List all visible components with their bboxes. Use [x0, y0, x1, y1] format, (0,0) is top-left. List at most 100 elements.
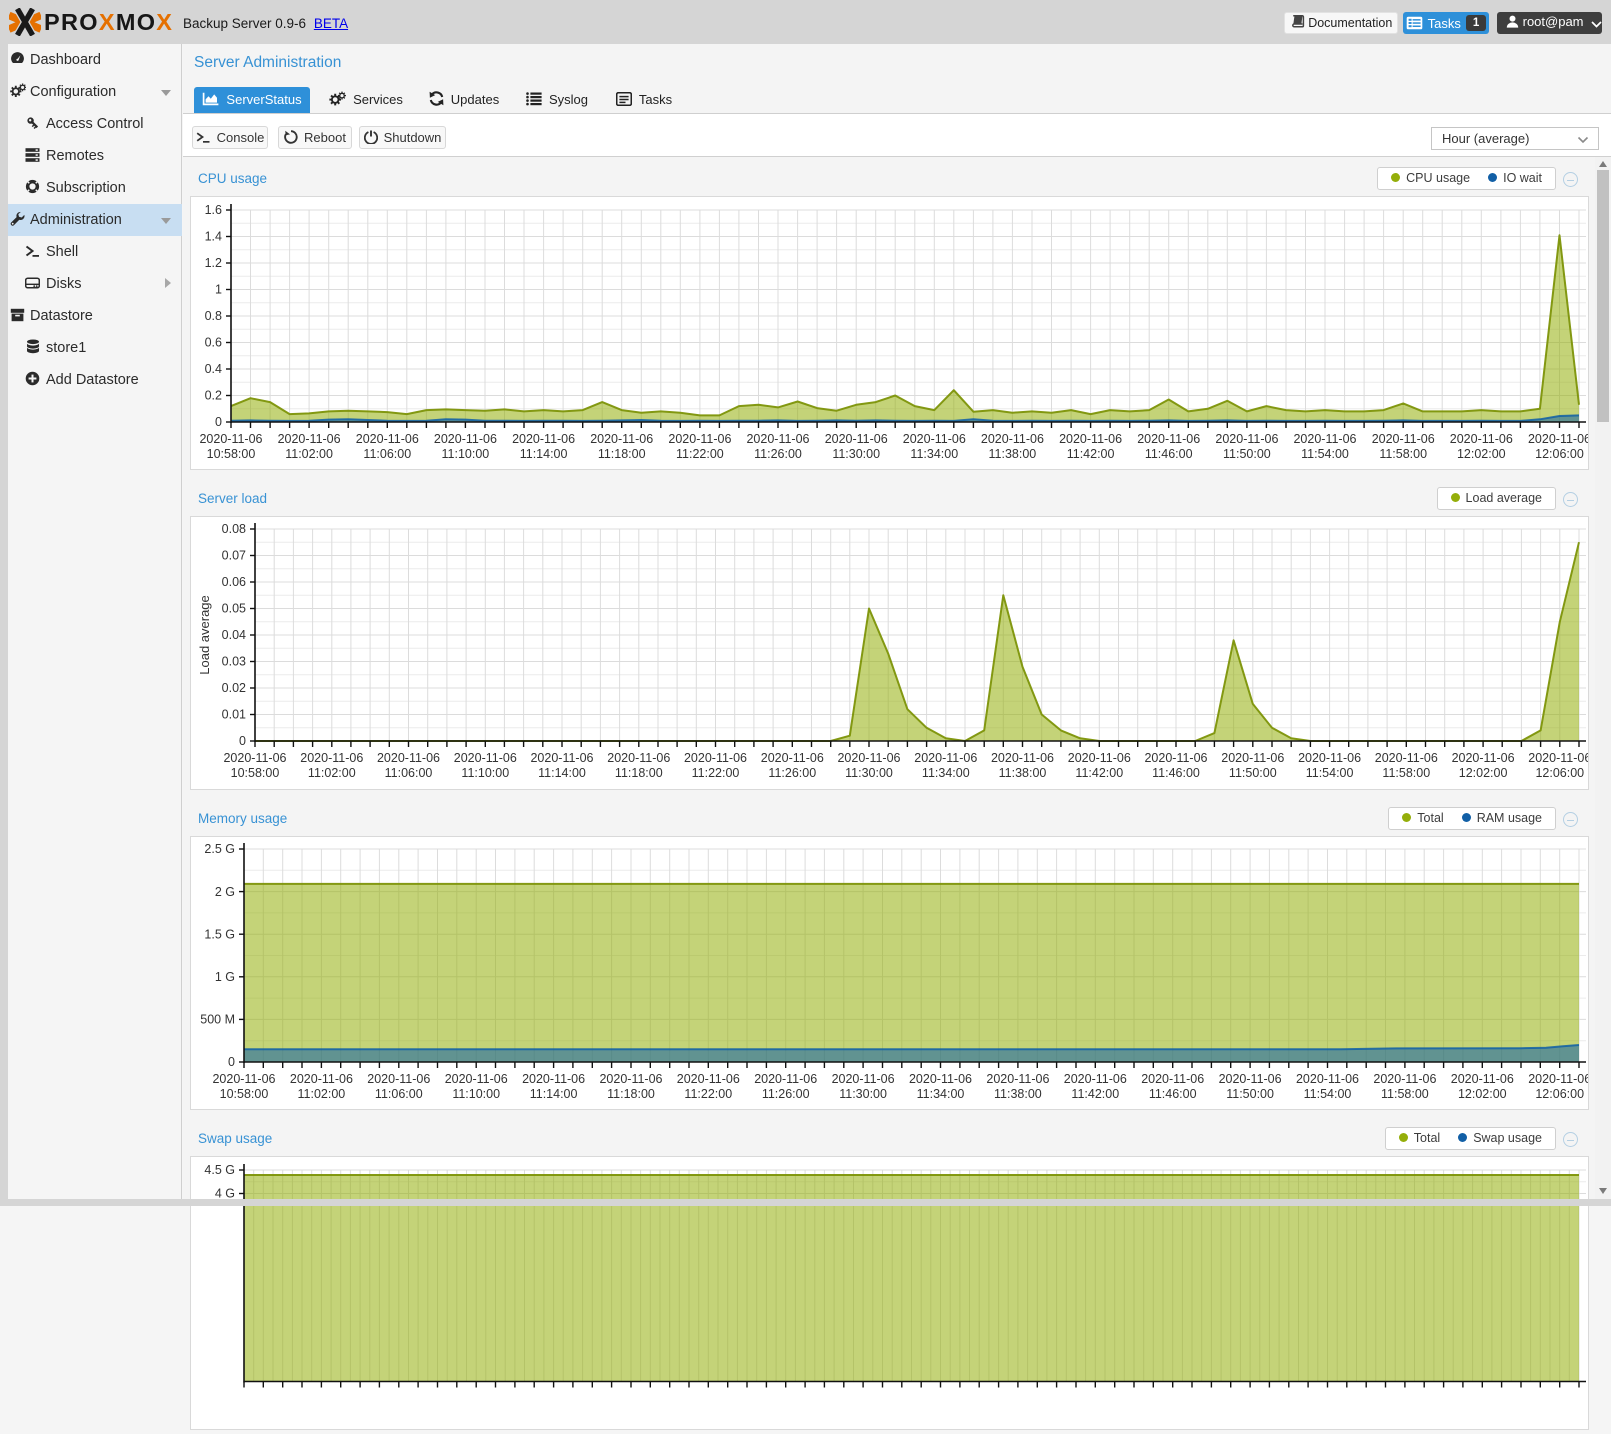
- svg-text:2020-11-06: 2020-11-06: [1452, 751, 1515, 765]
- svg-text:2020-11-06: 2020-11-06: [1137, 432, 1200, 446]
- svg-text:11:10:00: 11:10:00: [442, 447, 490, 461]
- svg-text:2020-11-06: 2020-11-06: [1375, 751, 1438, 765]
- svg-text:2020-11-06: 2020-11-06: [746, 432, 809, 446]
- svg-text:0: 0: [228, 1055, 235, 1069]
- svg-text:11:30:00: 11:30:00: [845, 766, 893, 780]
- svg-text:2020-11-06: 2020-11-06: [1293, 432, 1356, 446]
- svg-text:11:18:00: 11:18:00: [607, 1087, 655, 1101]
- svg-text:1.2: 1.2: [205, 256, 222, 270]
- svg-text:2020-11-06: 2020-11-06: [825, 432, 888, 446]
- svg-text:0.8: 0.8: [205, 309, 222, 323]
- svg-text:11:22:00: 11:22:00: [676, 447, 724, 461]
- svg-text:Load average: Load average: [197, 595, 212, 675]
- svg-text:2020-11-06: 2020-11-06: [1298, 751, 1361, 765]
- svg-text:2020-11-06: 2020-11-06: [1064, 1072, 1127, 1086]
- svg-text:2020-11-06: 2020-11-06: [761, 751, 824, 765]
- svg-text:0.01: 0.01: [222, 708, 246, 722]
- svg-text:11:34:00: 11:34:00: [917, 1087, 965, 1101]
- svg-text:12:02:00: 12:02:00: [1459, 766, 1508, 780]
- svg-text:11:06:00: 11:06:00: [375, 1087, 423, 1101]
- svg-text:11:54:00: 11:54:00: [1304, 1087, 1352, 1101]
- svg-text:11:42:00: 11:42:00: [1067, 447, 1115, 461]
- svg-text:11:22:00: 11:22:00: [684, 1087, 732, 1101]
- svg-text:1.6: 1.6: [205, 203, 222, 217]
- svg-text:11:46:00: 11:46:00: [1149, 1087, 1197, 1101]
- svg-text:11:26:00: 11:26:00: [754, 447, 802, 461]
- svg-text:11:58:00: 11:58:00: [1379, 447, 1427, 461]
- svg-text:11:38:00: 11:38:00: [994, 1087, 1042, 1101]
- svg-text:2020-11-06: 2020-11-06: [986, 1072, 1049, 1086]
- svg-text:2020-11-06: 2020-11-06: [684, 751, 747, 765]
- svg-text:11:38:00: 11:38:00: [999, 766, 1047, 780]
- svg-text:2020-11-06: 2020-11-06: [278, 432, 341, 446]
- svg-text:2020-11-06: 2020-11-06: [199, 432, 262, 446]
- svg-text:2020-11-06: 2020-11-06: [530, 751, 593, 765]
- svg-text:11:06:00: 11:06:00: [363, 447, 411, 461]
- svg-text:2020-11-06: 2020-11-06: [1059, 432, 1122, 446]
- svg-text:2020-11-06: 2020-11-06: [1221, 751, 1284, 765]
- svg-text:0.05: 0.05: [222, 602, 246, 616]
- svg-text:4.5 G: 4.5 G: [204, 1163, 235, 1177]
- svg-text:2020-11-06: 2020-11-06: [1219, 1072, 1282, 1086]
- svg-text:2020-11-06: 2020-11-06: [1450, 432, 1513, 446]
- svg-text:2020-11-06: 2020-11-06: [1296, 1072, 1359, 1086]
- svg-text:2020-11-06: 2020-11-06: [223, 751, 286, 765]
- svg-text:11:42:00: 11:42:00: [1075, 766, 1123, 780]
- svg-text:12:02:00: 12:02:00: [1457, 447, 1506, 461]
- svg-text:11:46:00: 11:46:00: [1145, 447, 1193, 461]
- svg-text:2020-11-06: 2020-11-06: [909, 1072, 972, 1086]
- svg-text:0.4: 0.4: [205, 362, 222, 376]
- svg-text:2020-11-06: 2020-11-06: [599, 1072, 662, 1086]
- svg-text:2020-11-06: 2020-11-06: [837, 751, 900, 765]
- svg-text:2020-11-06: 2020-11-06: [367, 1072, 430, 1086]
- svg-text:2020-11-06: 2020-11-06: [356, 432, 419, 446]
- svg-text:2020-11-06: 2020-11-06: [1528, 1072, 1588, 1086]
- svg-text:2020-11-06: 2020-11-06: [981, 432, 1044, 446]
- svg-text:2020-11-06: 2020-11-06: [1373, 1072, 1436, 1086]
- svg-text:2020-11-06: 2020-11-06: [512, 432, 575, 446]
- svg-text:2020-11-06: 2020-11-06: [300, 751, 363, 765]
- svg-text:2.5 G: 2.5 G: [204, 842, 235, 856]
- svg-text:2020-11-06: 2020-11-06: [754, 1072, 817, 1086]
- svg-text:0.2: 0.2: [205, 389, 222, 403]
- svg-text:2020-11-06: 2020-11-06: [1528, 432, 1588, 446]
- svg-text:2020-11-06: 2020-11-06: [590, 432, 653, 446]
- svg-text:2020-11-06: 2020-11-06: [668, 432, 731, 446]
- svg-text:11:58:00: 11:58:00: [1381, 1087, 1429, 1101]
- svg-text:2020-11-06: 2020-11-06: [1451, 1072, 1514, 1086]
- svg-text:2020-11-06: 2020-11-06: [454, 751, 517, 765]
- svg-text:12:02:00: 12:02:00: [1458, 1087, 1507, 1101]
- svg-text:11:14:00: 11:14:00: [530, 1087, 578, 1101]
- svg-text:2020-11-06: 2020-11-06: [1528, 751, 1588, 765]
- svg-text:1 G: 1 G: [215, 970, 235, 984]
- svg-text:11:02:00: 11:02:00: [298, 1087, 346, 1101]
- svg-text:11:34:00: 11:34:00: [910, 447, 958, 461]
- svg-text:0.07: 0.07: [222, 549, 246, 563]
- svg-text:0.04: 0.04: [222, 628, 246, 642]
- svg-text:2020-11-06: 2020-11-06: [914, 751, 977, 765]
- svg-text:2020-11-06: 2020-11-06: [832, 1072, 895, 1086]
- svg-text:11:14:00: 11:14:00: [538, 766, 586, 780]
- svg-text:11:18:00: 11:18:00: [598, 447, 646, 461]
- svg-text:2020-11-06: 2020-11-06: [1144, 751, 1207, 765]
- svg-text:11:10:00: 11:10:00: [461, 766, 509, 780]
- svg-text:11:34:00: 11:34:00: [922, 766, 970, 780]
- svg-text:11:18:00: 11:18:00: [615, 766, 663, 780]
- svg-text:2020-11-06: 2020-11-06: [1141, 1072, 1204, 1086]
- svg-text:12:06:00: 12:06:00: [1535, 1087, 1584, 1101]
- svg-text:11:30:00: 11:30:00: [839, 1087, 887, 1101]
- svg-text:2020-11-06: 2020-11-06: [290, 1072, 353, 1086]
- svg-text:0.6: 0.6: [205, 336, 222, 350]
- svg-text:11:50:00: 11:50:00: [1229, 766, 1277, 780]
- svg-text:11:06:00: 11:06:00: [385, 766, 433, 780]
- svg-text:11:26:00: 11:26:00: [768, 766, 816, 780]
- svg-text:11:58:00: 11:58:00: [1382, 766, 1430, 780]
- svg-text:2020-11-06: 2020-11-06: [991, 751, 1054, 765]
- svg-text:11:46:00: 11:46:00: [1152, 766, 1200, 780]
- svg-text:11:54:00: 11:54:00: [1306, 766, 1354, 780]
- svg-text:0.02: 0.02: [222, 681, 246, 695]
- svg-text:11:26:00: 11:26:00: [762, 1087, 810, 1101]
- svg-text:11:42:00: 11:42:00: [1071, 1087, 1119, 1101]
- svg-text:11:38:00: 11:38:00: [989, 447, 1037, 461]
- svg-text:2020-11-06: 2020-11-06: [377, 751, 440, 765]
